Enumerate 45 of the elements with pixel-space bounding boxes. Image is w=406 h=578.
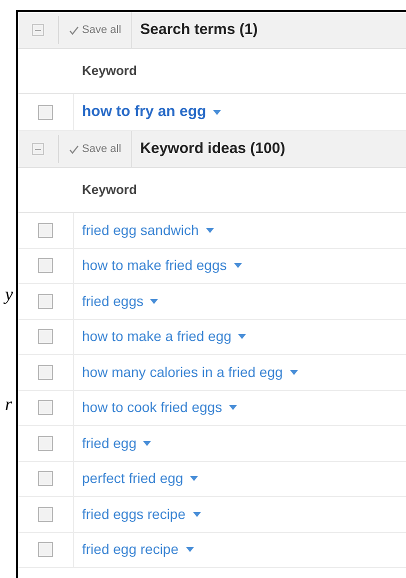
checkbox[interactable] (38, 506, 53, 522)
checkbox[interactable] (38, 542, 53, 558)
keyword-link[interactable]: how to make fried eggs (82, 255, 227, 276)
collapse-icon[interactable] (32, 143, 44, 155)
checkbox[interactable] (38, 329, 53, 344)
dropdown-caret-icon[interactable] (186, 547, 194, 552)
checkbox[interactable] (38, 400, 53, 416)
dropdown-caret-icon[interactable] (150, 298, 158, 304)
section-title: Keyword ideas (100) (140, 138, 286, 159)
page-text-fragment: y (5, 285, 13, 303)
section-title: Search terms (1) (140, 20, 258, 40)
dropdown-caret-icon[interactable] (229, 405, 238, 410)
collapse-icon[interactable] (32, 24, 44, 36)
checkbox[interactable] (38, 294, 53, 309)
keyword-link[interactable]: fried eggs recipe (82, 504, 186, 525)
dropdown-caret-icon[interactable] (192, 512, 201, 517)
dropdown-caret-icon[interactable] (238, 334, 246, 340)
checkbox[interactable] (38, 222, 53, 238)
page-text-fragment: r (5, 395, 12, 413)
keyword-link[interactable]: how to fry an egg (82, 100, 206, 124)
keyword-link[interactable]: how many calories in a fried egg (82, 362, 283, 383)
keyword-link[interactable]: fried egg recipe (82, 539, 179, 560)
check-icon (69, 26, 79, 34)
dropdown-caret-icon[interactable] (190, 476, 198, 482)
dropdown-caret-icon[interactable] (234, 263, 242, 268)
checkbox[interactable] (38, 436, 53, 451)
dropdown-caret-icon[interactable] (213, 110, 222, 114)
column-header: Keyword (82, 62, 137, 80)
column-header: Keyword (82, 181, 137, 200)
save-all-button[interactable]: Save all (59, 131, 132, 167)
dropdown-caret-icon[interactable] (143, 440, 152, 446)
keyword-link[interactable]: how to cook fried eggs (82, 397, 222, 418)
dropdown-caret-icon[interactable] (290, 370, 298, 375)
checkbox[interactable] (38, 104, 53, 120)
checkbox[interactable] (38, 258, 53, 274)
check-icon (69, 144, 79, 154)
keyword-link[interactable]: fried egg sandwich (82, 220, 199, 241)
keyword-link[interactable]: fried eggs (82, 290, 144, 312)
checkbox[interactable] (38, 364, 53, 380)
keyword-link[interactable]: fried egg (82, 432, 136, 454)
keyword-link[interactable]: perfect fried egg (82, 468, 184, 490)
keyword-link[interactable]: how to make a fried egg (82, 326, 232, 348)
checkbox[interactable] (38, 471, 53, 486)
dropdown-caret-icon[interactable] (206, 228, 214, 233)
save-all-button[interactable]: Save all (59, 12, 132, 48)
